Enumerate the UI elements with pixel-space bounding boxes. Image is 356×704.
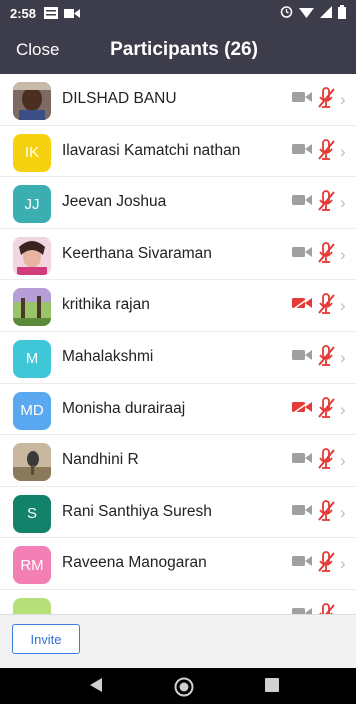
- participant-name: Ilavarasi Kamatchi nathan: [62, 141, 241, 159]
- status-time: 2:58: [10, 5, 37, 21]
- status-bar: 2:58: [0, 0, 356, 26]
- battery-icon: [338, 4, 346, 22]
- mic-muted-icon[interactable]: [316, 603, 336, 614]
- page-title: Participants (26): [110, 39, 258, 60]
- camera-icon[interactable]: [292, 554, 314, 573]
- chevron-right-icon: ›: [340, 347, 346, 367]
- mic-muted-icon[interactable]: [316, 190, 336, 217]
- chevron-right-icon: ›: [340, 244, 346, 264]
- home-icon[interactable]: [174, 677, 194, 702]
- participant-row[interactable]: M Mahalakshmi ›: [0, 332, 356, 384]
- mic-muted-icon[interactable]: [316, 499, 336, 527]
- wifi-icon: [299, 6, 314, 21]
- camera-icon[interactable]: [292, 245, 314, 264]
- participant-name: Keerthana Sivaraman: [62, 244, 212, 262]
- camera-icon[interactable]: [292, 90, 314, 109]
- avatar: [13, 288, 51, 327]
- chevron-right-icon: ›: [340, 451, 346, 471]
- back-icon[interactable]: [88, 677, 104, 698]
- avatar: IK: [13, 133, 51, 172]
- android-nav-bar: [0, 668, 356, 704]
- status-right: [280, 4, 346, 22]
- avatar: [13, 597, 51, 614]
- recents-icon[interactable]: [264, 677, 280, 698]
- participant-name: DILSHAD BANU: [62, 90, 177, 107]
- avatar: MD: [13, 391, 51, 430]
- mic-muted-icon[interactable]: [316, 396, 336, 424]
- camera-off-icon[interactable]: [291, 295, 314, 315]
- avatar: RM: [13, 546, 51, 585]
- participant-name: Raveena Manogaran: [62, 554, 207, 572]
- message-icon: [44, 7, 59, 19]
- participant-row[interactable]: RM Raveena Manogaran ›: [0, 538, 356, 590]
- participant-name: Mahalakshmi: [62, 347, 154, 365]
- camera-icon[interactable]: [292, 193, 314, 212]
- chevron-right-icon: ›: [340, 502, 346, 522]
- mic-muted-icon[interactable]: [316, 138, 336, 166]
- camera-icon[interactable]: [292, 348, 314, 367]
- participant-row[interactable]: krithika rajan ›: [0, 280, 356, 332]
- avatar: M: [13, 339, 51, 378]
- participant-row[interactable]: DILSHAD BANU ›: [0, 74, 356, 126]
- participant-row[interactable]: MD Monisha durairaaj ›: [0, 384, 356, 436]
- participant-row-partial[interactable]: [0, 590, 356, 614]
- camera-icon[interactable]: [292, 142, 314, 161]
- signal-icon: [320, 5, 332, 21]
- invite-button[interactable]: Invite: [12, 624, 80, 654]
- participant-row[interactable]: S Rani Santhiya Suresh ›: [0, 487, 356, 539]
- avatar: S: [13, 494, 51, 533]
- avatar: [13, 443, 51, 482]
- participant-row[interactable]: Keerthana Sivaraman ›: [0, 229, 356, 281]
- participants-list: DILSHAD BANU › IK Ilavarasi Kamatchi nat…: [0, 74, 356, 614]
- chevron-right-icon: ›: [340, 141, 346, 161]
- header-bar: Close Participants (26): [0, 26, 356, 74]
- participant-row[interactable]: Nandhini R ›: [0, 435, 356, 487]
- mic-muted-icon[interactable]: [316, 241, 336, 269]
- mic-muted-icon[interactable]: [316, 345, 336, 372]
- camera-icon[interactable]: [292, 451, 314, 470]
- mic-muted-icon[interactable]: [316, 448, 336, 475]
- participant-row[interactable]: JJ Jeevan Joshua ›: [0, 177, 356, 229]
- alarm-icon: [280, 5, 293, 21]
- mic-muted-icon[interactable]: [316, 551, 336, 578]
- participant-name: krithika rajan: [62, 296, 150, 314]
- avatar: [13, 236, 51, 275]
- camera-icon[interactable]: [292, 503, 314, 522]
- video-icon: [64, 8, 81, 19]
- participant-name: Jeevan Joshua: [62, 193, 167, 211]
- participant-name: Rani Santhiya Suresh: [62, 502, 212, 520]
- chevron-right-icon: ›: [340, 90, 346, 109]
- chevron-right-icon: ›: [340, 296, 346, 316]
- participant-name: Nandhini R: [62, 451, 139, 469]
- camera-icon[interactable]: [292, 606, 314, 614]
- participant-name: Monisha durairaaj: [62, 399, 186, 417]
- participant-row[interactable]: IK Ilavarasi Kamatchi nathan ›: [0, 126, 356, 178]
- mic-muted-icon[interactable]: [316, 293, 336, 320]
- bottom-toolbar: Invite: [0, 614, 356, 668]
- chevron-right-icon: ›: [340, 554, 346, 574]
- chevron-right-icon: ›: [340, 193, 346, 213]
- avatar: [13, 82, 51, 120]
- avatar: JJ: [13, 185, 51, 224]
- chevron-right-icon: ›: [340, 399, 346, 419]
- mic-muted-icon[interactable]: [316, 87, 336, 114]
- camera-off-icon[interactable]: [291, 398, 314, 419]
